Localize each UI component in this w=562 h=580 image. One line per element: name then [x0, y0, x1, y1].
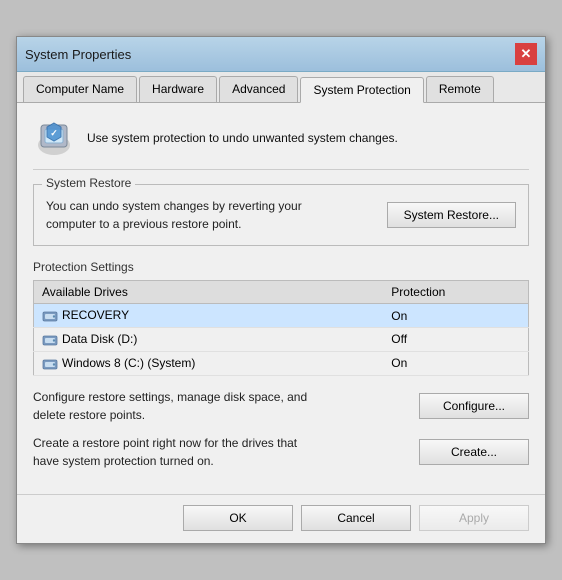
protection-settings-title: Protection Settings: [33, 260, 529, 274]
content-area: ✓ Use system protection to undo unwanted…: [17, 103, 545, 493]
tab-hardware[interactable]: Hardware: [139, 76, 217, 102]
tab-computer-name[interactable]: Computer Name: [23, 76, 137, 102]
system-restore-inner: You can undo system changes by reverting…: [46, 197, 516, 233]
shield-icon: ✓: [33, 117, 75, 159]
drive-protection: Off: [383, 328, 528, 352]
window-title: System Properties: [25, 47, 131, 62]
table-row[interactable]: Data Disk (D:)Off: [34, 328, 529, 352]
close-button[interactable]: ✕: [515, 43, 537, 65]
col-protection: Protection: [383, 281, 528, 304]
configure-button[interactable]: Configure...: [419, 393, 529, 419]
configure-description: Configure restore settings, manage disk …: [33, 388, 323, 424]
tab-remote[interactable]: Remote: [426, 76, 494, 102]
tab-bar: Computer Name Hardware Advanced System P…: [17, 72, 545, 103]
system-restore-button[interactable]: System Restore...: [387, 202, 516, 228]
drive-protection: On: [383, 351, 528, 375]
table-row[interactable]: Windows 8 (C:) (System)On: [34, 351, 529, 375]
create-button[interactable]: Create...: [419, 439, 529, 465]
apply-button[interactable]: Apply: [419, 505, 529, 531]
system-restore-button-wrapper: System Restore...: [387, 202, 516, 228]
drive-protection: On: [383, 304, 528, 328]
drive-name: Windows 8 (C:) (System): [34, 351, 384, 375]
system-properties-window: System Properties ✕ Computer Name Hardwa…: [16, 36, 546, 543]
header-description: Use system protection to undo unwanted s…: [87, 131, 398, 145]
system-restore-description: You can undo system changes by reverting…: [46, 197, 336, 233]
drive-name: Data Disk (D:): [34, 328, 384, 352]
svg-text:✓: ✓: [50, 128, 58, 138]
create-description: Create a restore point right now for the…: [33, 434, 323, 470]
cancel-button[interactable]: Cancel: [301, 505, 411, 531]
col-drives: Available Drives: [34, 281, 384, 304]
protection-settings-section: Protection Settings Available Drives Pro…: [33, 260, 529, 375]
footer-bar: OK Cancel Apply: [17, 494, 545, 543]
tab-advanced[interactable]: Advanced: [219, 76, 298, 102]
configure-row: Configure restore settings, manage disk …: [33, 388, 529, 424]
ok-button[interactable]: OK: [183, 505, 293, 531]
title-bar: System Properties ✕: [17, 37, 545, 72]
system-restore-label: System Restore: [42, 176, 135, 190]
header-section: ✓ Use system protection to undo unwanted…: [33, 117, 529, 170]
drive-name: RECOVERY: [34, 304, 384, 328]
tab-system-protection[interactable]: System Protection: [300, 77, 423, 103]
system-restore-group: System Restore You can undo system chang…: [33, 184, 529, 246]
table-row[interactable]: RECOVERYOn: [34, 304, 529, 328]
drives-table: Available Drives Protection RECOVERYOnDa…: [33, 280, 529, 375]
create-row: Create a restore point right now for the…: [33, 434, 529, 470]
